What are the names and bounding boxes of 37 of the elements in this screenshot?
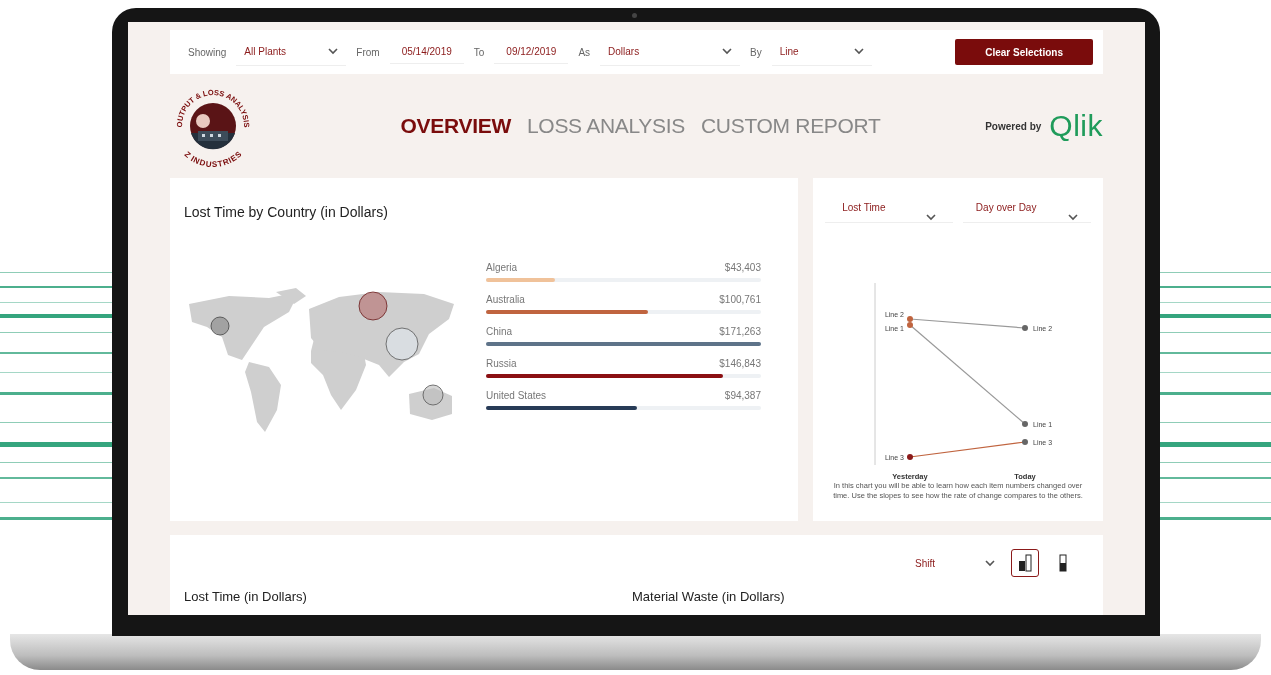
country-value: $94,387 (724, 390, 761, 401)
country-name: United States (486, 390, 547, 401)
country-value: $100,761 (719, 294, 761, 305)
chevron-down-icon (925, 213, 936, 221)
country-value: $146,843 (719, 358, 761, 369)
filter-label: By (750, 46, 762, 58)
chart-dropdown[interactable]: Lost Time (825, 192, 953, 223)
chart-title: Lost Time (in Dollars) (184, 589, 308, 604)
clear-selections-button[interactable]: Clear Selections (955, 39, 1093, 65)
country-value: $43,403 (724, 262, 761, 273)
chevron-down-icon (722, 48, 733, 55)
date-field[interactable]: 09/12/2019 (494, 40, 569, 64)
chevron-down-icon (328, 48, 339, 55)
camera-icon (632, 13, 637, 18)
bar-chart-icon (1017, 554, 1033, 572)
powered-by-text: Powered by (985, 120, 1042, 132)
country-name: Russia (486, 358, 517, 369)
chevron-down-icon (1068, 213, 1079, 221)
card-title: Lost Time by Country (in Dollars) (184, 204, 389, 220)
brand-logo-text: Qlik (1049, 109, 1103, 143)
filter-label: From (356, 46, 380, 58)
chevron-down-icon (985, 559, 995, 567)
country-name: Algeria (486, 262, 518, 273)
bar-chart-icon (1059, 554, 1067, 572)
country-name: Australia (486, 294, 525, 305)
country-name: China (486, 326, 513, 337)
country-value: $171,263 (719, 326, 761, 337)
view-toggle-button[interactable] (1011, 549, 1039, 577)
filter-label: Showing (188, 46, 227, 58)
nav-tab[interactable]: OVERVIEW (400, 114, 511, 138)
chart-dropdown[interactable]: Day over Day (963, 192, 1091, 223)
filter-label: As (578, 46, 591, 58)
chart-title: Material Waste (in Dollars) (632, 589, 785, 604)
chevron-down-icon (853, 48, 864, 55)
date-field[interactable]: 05/14/2019 (389, 40, 464, 64)
filter-label: To (473, 46, 485, 58)
shift-dropdown[interactable]: Shift (909, 549, 1001, 577)
